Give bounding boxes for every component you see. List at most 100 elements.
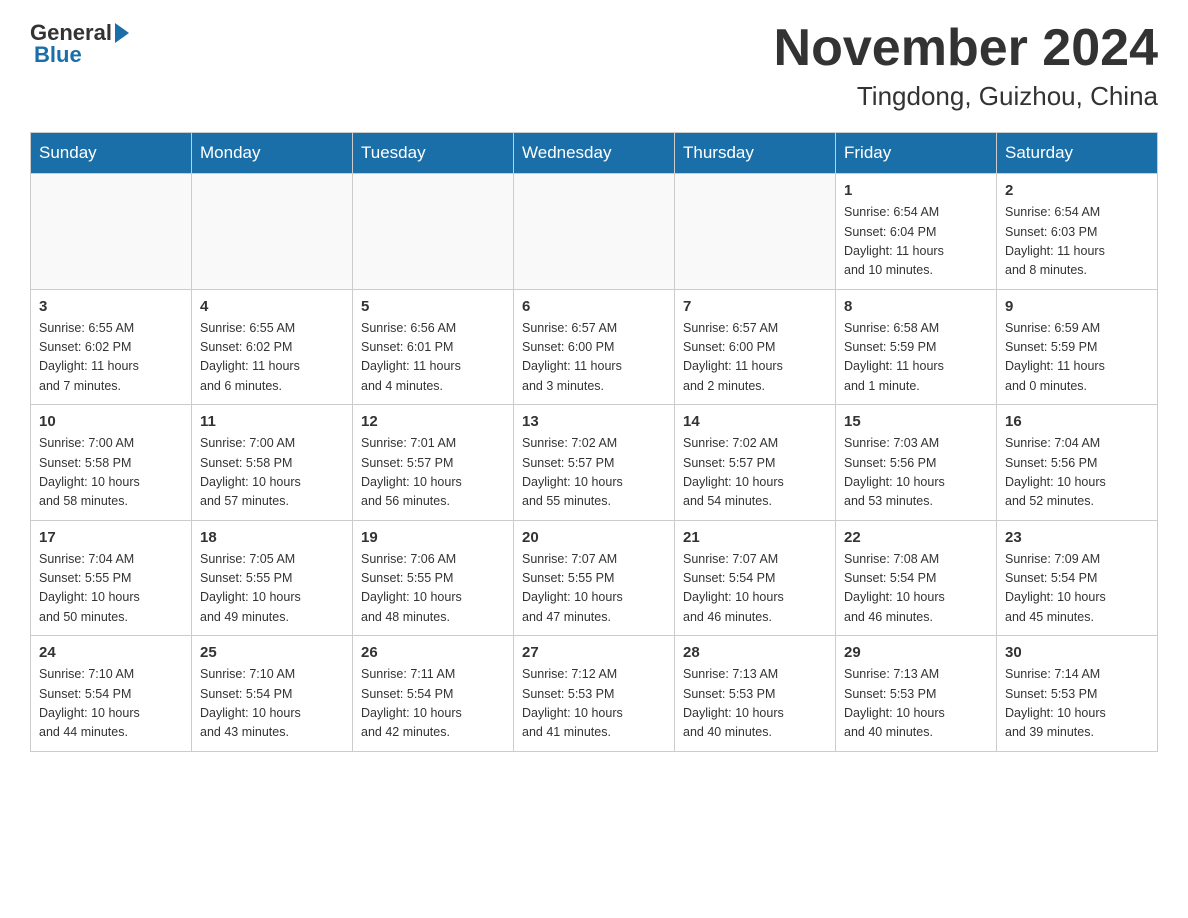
calendar-table: SundayMondayTuesdayWednesdayThursdayFrid… xyxy=(30,132,1158,752)
calendar-cell: 8 Sunrise: 6:58 AM Sunset: 5:59 PM Daylig… xyxy=(836,289,997,405)
calendar-cell: 19 Sunrise: 7:06 AM Sunset: 5:55 PM Dayli… xyxy=(353,520,514,636)
day-number: 22 xyxy=(844,529,988,546)
calendar-cell: 12 Sunrise: 7:01 AM Sunset: 5:57 PM Dayli… xyxy=(353,405,514,521)
day-info: Sunrise: 7:08 AM Sunset: 5:54 PM Dayligh… xyxy=(844,550,988,628)
calendar-cell: 13 Sunrise: 7:02 AM Sunset: 5:57 PM Dayli… xyxy=(514,405,675,521)
day-info: Sunrise: 7:04 AM Sunset: 5:55 PM Dayligh… xyxy=(39,550,183,628)
calendar-cell: 29 Sunrise: 7:13 AM Sunset: 5:53 PM Dayli… xyxy=(836,636,997,752)
calendar-cell: 22 Sunrise: 7:08 AM Sunset: 5:54 PM Dayli… xyxy=(836,520,997,636)
calendar-cell: 23Sunrise: 7:09 AM Sunset: 5:54 PM Dayli… xyxy=(997,520,1158,636)
calendar-cell: 17 Sunrise: 7:04 AM Sunset: 5:55 PM Dayli… xyxy=(31,520,192,636)
day-header-wednesday: Wednesday xyxy=(514,133,675,174)
day-info: Sunrise: 6:56 AM Sunset: 6:01 PM Dayligh… xyxy=(361,319,505,397)
calendar-cell: 11 Sunrise: 7:00 AM Sunset: 5:58 PM Dayli… xyxy=(192,405,353,521)
day-number: 11 xyxy=(200,413,344,430)
day-info: Sunrise: 7:11 AM Sunset: 5:54 PM Dayligh… xyxy=(361,665,505,743)
calendar-cell: 28Sunrise: 7:13 AM Sunset: 5:53 PM Dayli… xyxy=(675,636,836,752)
day-info: Sunrise: 7:02 AM Sunset: 5:57 PM Dayligh… xyxy=(683,434,827,512)
day-number: 8 xyxy=(844,298,988,315)
day-number: 9 xyxy=(1005,298,1149,315)
day-info: Sunrise: 7:07 AM Sunset: 5:55 PM Dayligh… xyxy=(522,550,666,628)
calendar-cell: 14 Sunrise: 7:02 AM Sunset: 5:57 PM Dayli… xyxy=(675,405,836,521)
day-header-sunday: Sunday xyxy=(31,133,192,174)
day-header-thursday: Thursday xyxy=(675,133,836,174)
day-info: Sunrise: 7:00 AM Sunset: 5:58 PM Dayligh… xyxy=(39,434,183,512)
calendar-cell: 7 Sunrise: 6:57 AM Sunset: 6:00 PM Daylig… xyxy=(675,289,836,405)
day-info: Sunrise: 6:55 AM Sunset: 6:02 PM Dayligh… xyxy=(39,319,183,397)
location-title: Tingdong, Guizhou, China xyxy=(774,81,1158,112)
day-number: 10 xyxy=(39,413,183,430)
day-header-tuesday: Tuesday xyxy=(353,133,514,174)
calendar-cell xyxy=(31,174,192,290)
day-number: 30 xyxy=(1005,644,1149,661)
calendar-cell: 1 Sunrise: 6:54 AM Sunset: 6:04 PM Daylig… xyxy=(836,174,997,290)
day-number: 21 xyxy=(683,529,827,546)
calendar-cell: 25 Sunrise: 7:10 AM Sunset: 5:54 PM Dayli… xyxy=(192,636,353,752)
calendar-cell: 26 Sunrise: 7:11 AM Sunset: 5:54 PM Dayli… xyxy=(353,636,514,752)
day-info: Sunrise: 7:07 AM Sunset: 5:54 PM Dayligh… xyxy=(683,550,827,628)
day-info: Sunrise: 6:59 AM Sunset: 5:59 PM Dayligh… xyxy=(1005,319,1149,397)
day-info: Sunrise: 6:57 AM Sunset: 6:00 PM Dayligh… xyxy=(683,319,827,397)
logo: General Blue xyxy=(30,20,129,68)
day-number: 17 xyxy=(39,529,183,546)
title-section: November 2024 Tingdong, Guizhou, China xyxy=(774,20,1158,112)
day-number: 5 xyxy=(361,298,505,315)
day-number: 25 xyxy=(200,644,344,661)
calendar-cell: 3 Sunrise: 6:55 AM Sunset: 6:02 PM Daylig… xyxy=(31,289,192,405)
calendar-cell xyxy=(353,174,514,290)
day-number: 7 xyxy=(683,298,827,315)
calendar-cell: 2 Sunrise: 6:54 AM Sunset: 6:03 PM Daylig… xyxy=(997,174,1158,290)
day-info: Sunrise: 6:54 AM Sunset: 6:03 PM Dayligh… xyxy=(1005,203,1149,281)
month-title: November 2024 xyxy=(774,20,1158,77)
day-number: 15 xyxy=(844,413,988,430)
day-info: Sunrise: 7:00 AM Sunset: 5:58 PM Dayligh… xyxy=(200,434,344,512)
day-info: Sunrise: 6:54 AM Sunset: 6:04 PM Dayligh… xyxy=(844,203,988,281)
day-number: 3 xyxy=(39,298,183,315)
calendar-cell: 5 Sunrise: 6:56 AM Sunset: 6:01 PM Daylig… xyxy=(353,289,514,405)
calendar-cell: 16 Sunrise: 7:04 AM Sunset: 5:56 PM Dayli… xyxy=(997,405,1158,521)
calendar-cell: 30 Sunrise: 7:14 AM Sunset: 5:53 PM Dayli… xyxy=(997,636,1158,752)
calendar-cell: 27 Sunrise: 7:12 AM Sunset: 5:53 PM Dayli… xyxy=(514,636,675,752)
calendar-cell: 4 Sunrise: 6:55 AM Sunset: 6:02 PM Daylig… xyxy=(192,289,353,405)
day-header-saturday: Saturday xyxy=(997,133,1158,174)
day-info: Sunrise: 7:03 AM Sunset: 5:56 PM Dayligh… xyxy=(844,434,988,512)
day-info: Sunrise: 7:12 AM Sunset: 5:53 PM Dayligh… xyxy=(522,665,666,743)
logo-blue-text: Blue xyxy=(34,42,82,68)
day-info: Sunrise: 7:13 AM Sunset: 5:53 PM Dayligh… xyxy=(844,665,988,743)
day-number: 16 xyxy=(1005,413,1149,430)
day-number: 23 xyxy=(1005,529,1149,546)
calendar-cell: 21 Sunrise: 7:07 AM Sunset: 5:54 PM Dayli… xyxy=(675,520,836,636)
day-info: Sunrise: 6:55 AM Sunset: 6:02 PM Dayligh… xyxy=(200,319,344,397)
day-info: Sunrise: 7:06 AM Sunset: 5:55 PM Dayligh… xyxy=(361,550,505,628)
day-info: Sunrise: 7:02 AM Sunset: 5:57 PM Dayligh… xyxy=(522,434,666,512)
day-info: Sunrise: 7:10 AM Sunset: 5:54 PM Dayligh… xyxy=(200,665,344,743)
day-number: 27 xyxy=(522,644,666,661)
day-info: Sunrise: 7:05 AM Sunset: 5:55 PM Dayligh… xyxy=(200,550,344,628)
day-number: 1 xyxy=(844,182,988,199)
week-row-1: 1 Sunrise: 6:54 AM Sunset: 6:04 PM Daylig… xyxy=(31,174,1158,290)
day-number: 19 xyxy=(361,529,505,546)
day-number: 24 xyxy=(39,644,183,661)
day-info: Sunrise: 6:58 AM Sunset: 5:59 PM Dayligh… xyxy=(844,319,988,397)
day-info: Sunrise: 7:14 AM Sunset: 5:53 PM Dayligh… xyxy=(1005,665,1149,743)
calendar-cell: 24Sunrise: 7:10 AM Sunset: 5:54 PM Dayli… xyxy=(31,636,192,752)
day-number: 2 xyxy=(1005,182,1149,199)
day-number: 12 xyxy=(361,413,505,430)
day-number: 13 xyxy=(522,413,666,430)
day-info: Sunrise: 7:04 AM Sunset: 5:56 PM Dayligh… xyxy=(1005,434,1149,512)
week-row-3: 10 Sunrise: 7:00 AM Sunset: 5:58 PM Dayli… xyxy=(31,405,1158,521)
day-header-friday: Friday xyxy=(836,133,997,174)
day-header-monday: Monday xyxy=(192,133,353,174)
day-number: 26 xyxy=(361,644,505,661)
day-number: 29 xyxy=(844,644,988,661)
calendar-cell: 20Sunrise: 7:07 AM Sunset: 5:55 PM Dayli… xyxy=(514,520,675,636)
calendar-cell xyxy=(514,174,675,290)
logo-triangle-icon xyxy=(115,23,129,43)
calendar-cell xyxy=(675,174,836,290)
week-row-4: 17 Sunrise: 7:04 AM Sunset: 5:55 PM Dayli… xyxy=(31,520,1158,636)
day-info: Sunrise: 7:01 AM Sunset: 5:57 PM Dayligh… xyxy=(361,434,505,512)
day-number: 4 xyxy=(200,298,344,315)
day-number: 14 xyxy=(683,413,827,430)
day-number: 28 xyxy=(683,644,827,661)
calendar-cell: 6Sunrise: 6:57 AM Sunset: 6:00 PM Daylig… xyxy=(514,289,675,405)
